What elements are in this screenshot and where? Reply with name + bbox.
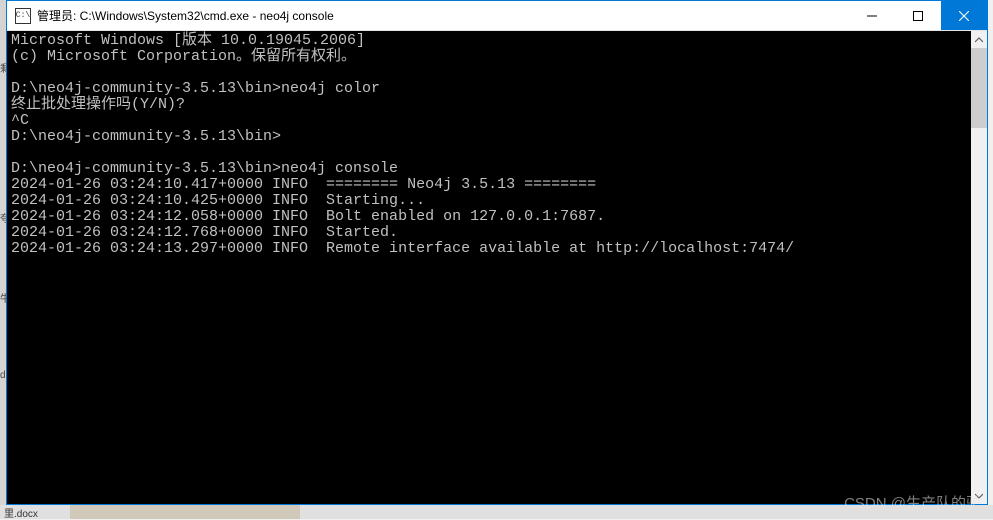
terminal-line: 2024-01-26 03:24:12.058+0000 INFO Bolt e… xyxy=(11,209,967,225)
terminal-line: D:\neo4j-community-3.5.13\bin>neo4j cons… xyxy=(11,161,967,177)
terminal-line: 终止批处理操作吗(Y/N)? xyxy=(11,97,967,113)
cmd-window: C:\ 管理员: C:\Windows\System32\cmd.exe - n… xyxy=(6,0,988,505)
terminal-line: ^C xyxy=(11,113,967,129)
window-controls xyxy=(849,1,987,30)
terminal-line xyxy=(11,65,967,81)
terminal-line: D:\neo4j-community-3.5.13\bin> xyxy=(11,129,967,145)
close-button[interactable] xyxy=(941,1,987,30)
terminal-line xyxy=(11,145,967,161)
terminal-line: 2024-01-26 03:24:13.297+0000 INFO Remote… xyxy=(11,241,967,257)
scroll-track[interactable] xyxy=(971,48,987,487)
minimize-icon xyxy=(867,11,877,21)
terminal-output[interactable]: Microsoft Windows [版本 10.0.19045.2006](c… xyxy=(7,31,971,504)
terminal-line: 2024-01-26 03:24:12.768+0000 INFO Starte… xyxy=(11,225,967,241)
maximize-button[interactable] xyxy=(895,1,941,30)
cmd-icon: C:\ xyxy=(15,8,31,24)
titlebar[interactable]: C:\ 管理员: C:\Windows\System32\cmd.exe - n… xyxy=(7,1,987,31)
terminal-line: 2024-01-26 03:24:10.425+0000 INFO Starti… xyxy=(11,193,967,209)
terminal-line: (c) Microsoft Corporation。保留所有权利。 xyxy=(11,49,967,65)
terminal-line: 2024-01-26 03:24:10.417+0000 INFO ======… xyxy=(11,177,967,193)
close-icon xyxy=(959,11,969,21)
edge-frag: d xyxy=(0,370,6,381)
maximize-icon xyxy=(913,11,923,21)
chevron-up-icon xyxy=(975,36,983,44)
scroll-thumb[interactable] xyxy=(971,48,987,128)
terminal-area: Microsoft Windows [版本 10.0.19045.2006](c… xyxy=(7,31,987,504)
terminal-line: D:\neo4j-community-3.5.13\bin>neo4j colo… xyxy=(11,81,967,97)
window-title: 管理员: C:\Windows\System32\cmd.exe - neo4j… xyxy=(37,7,849,24)
taskbar-fragment: 里.docx xyxy=(0,505,993,519)
scroll-up-button[interactable] xyxy=(971,31,987,48)
terminal-line: Microsoft Windows [版本 10.0.19045.2006] xyxy=(11,33,967,49)
vertical-scrollbar[interactable] xyxy=(971,31,987,504)
chevron-down-icon xyxy=(975,492,983,500)
taskbar-item-label: 里.docx xyxy=(4,505,38,520)
scroll-down-button[interactable] xyxy=(971,487,987,504)
minimize-button[interactable] xyxy=(849,1,895,30)
